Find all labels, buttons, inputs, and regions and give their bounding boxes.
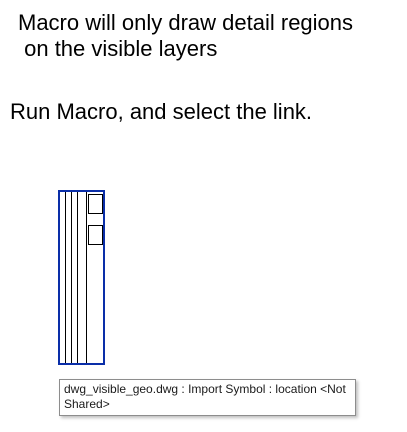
dwg-link-import-symbol[interactable]: [58, 190, 105, 365]
instruction-text-visible-layers: Macro will only draw detail regions on t…: [18, 10, 354, 61]
geometry-line: [86, 192, 87, 363]
geometry-line: [71, 192, 72, 363]
tooltip-text: dwg_visible_geo.dwg : Import Symbol : lo…: [64, 382, 346, 411]
geometry-rectangle: [88, 194, 103, 214]
element-tooltip: dwg_visible_geo.dwg : Import Symbol : lo…: [59, 379, 356, 416]
instruction-text-run-macro: Run Macro, and select the link.: [10, 99, 313, 124]
geometry-line: [65, 192, 66, 363]
geometry-line: [77, 192, 78, 363]
geometry-rectangle: [88, 225, 103, 245]
